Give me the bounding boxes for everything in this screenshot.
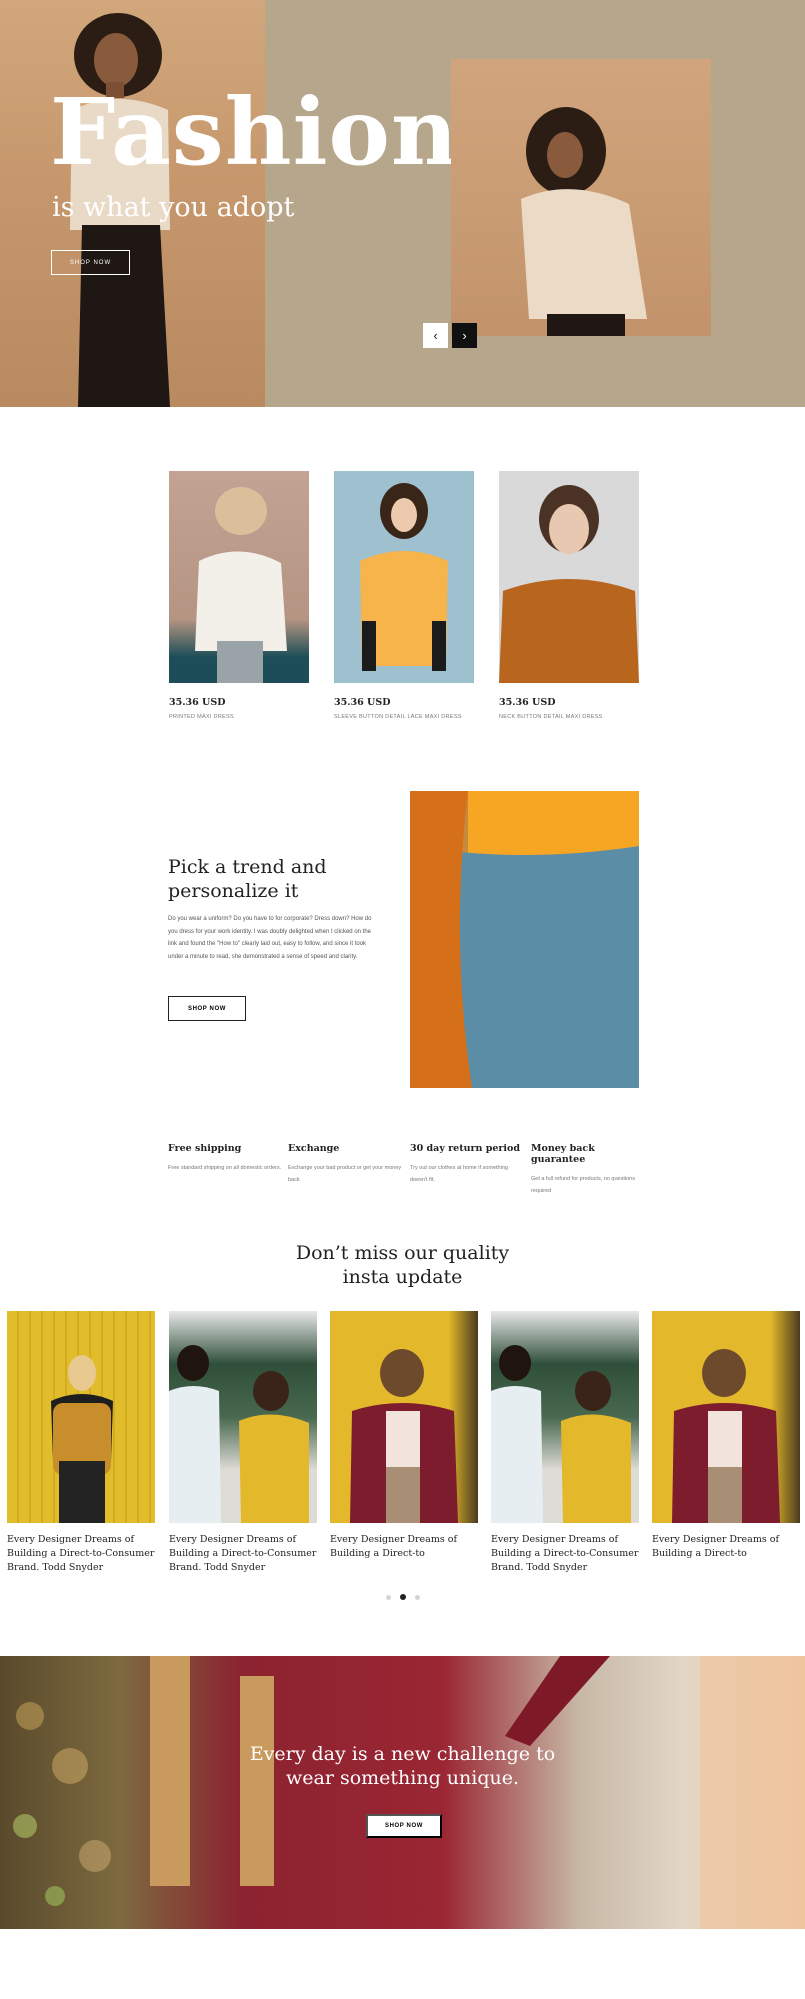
insta-card[interactable]: Every Designer Dreams of Building a Dire… [169,1311,317,1575]
chevron-left-icon: ‹ [433,328,438,343]
product-name[interactable]: SLEEVE BUTTON DETAIL LACE MAXI DRESS [334,714,474,720]
insta-image[interactable] [7,1311,155,1523]
slider-prev-button[interactable]: ‹ [423,323,448,348]
feature-desc: Get a full refund for products, no quest… [531,1176,635,1194]
carousel-dot[interactable] [415,1594,420,1600]
feature-title: Free shipping [168,1143,242,1154]
feature-title: 30 day return period [410,1143,520,1154]
banner-photo [13,1656,805,1929]
banner-headline: Every day is a new challenge to wear som… [249,1743,556,1789]
trend-description: Do you wear a uniform? Do you have to fo… [168,916,372,960]
hero-title: Fashion [50,78,459,186]
insta-image[interactable] [330,1311,478,1523]
insta-caption[interactable]: Every Designer Dreams of Building a Dire… [491,1533,639,1575]
carousel-dot-active[interactable] [400,1594,406,1600]
feature-item: Money back guarantee Get a full refund f… [531,1143,646,1197]
carousel-dots [386,1594,420,1600]
feature-item: Free shipping Free standard shipping on … [168,1143,283,1174]
trend-shop-now-button[interactable]: SHOP NOW [168,996,246,1021]
product-image[interactable] [334,471,474,683]
feature-desc: Try out our clothes at home if something… [410,1165,508,1183]
slider-next-button[interactable]: › [452,323,477,348]
insta-caption[interactable]: Every Designer Dreams of Building a Dire… [7,1533,155,1575]
trend-title: Pick a trend and personalize it [168,856,327,902]
product-card[interactable]: 35.36 USD NECK BUTTON DETAIL MAXI DRESS [499,471,639,720]
feature-item: 30 day return period Try out our clothes… [410,1143,525,1186]
product-name[interactable]: PRINTED MAXI DRESS [169,714,309,720]
carousel-dot[interactable] [386,1594,391,1600]
product-card[interactable]: 35.36 USD SLEEVE BUTTON DETAIL LACE MAXI… [334,471,474,720]
insta-card[interactable]: Every Designer Dreams of Building a Dire… [491,1311,639,1575]
product-card[interactable]: 35.36 USD PRINTED MAXI DRESS [169,471,309,720]
feature-desc: Free standard shipping on all domestic o… [168,1165,282,1171]
model-right-figure [521,107,647,336]
product-price: 35.36 USD [334,697,391,708]
insta-image[interactable] [652,1311,800,1523]
hero-featured-photo [451,59,711,336]
hero-subtitle: is what you adopt [52,192,295,223]
product-name[interactable]: NECK BUTTON DETAIL MAXI DRESS [499,714,639,720]
promo-banner: Every day is a new challenge to wear som… [0,1656,805,1929]
product-price: 35.36 USD [499,697,556,708]
insta-image[interactable] [491,1311,639,1523]
feature-desc: Exchange your bad product or get your mo… [288,1165,402,1183]
product-image[interactable] [499,471,639,683]
insta-caption[interactable]: Every Designer Dreams of Building a Dire… [652,1533,800,1561]
trend-photo [410,791,639,1088]
insta-title: Don’t miss our quality insta update [295,1242,510,1288]
feature-title: Money back guarantee [531,1143,595,1165]
banner-shop-now-button[interactable]: SHOP NOW [366,1814,442,1838]
feature-item: Exchange Exchange your bad product or ge… [288,1143,403,1186]
product-price: 35.36 USD [169,697,226,708]
insta-card[interactable]: Every Designer Dreams of Building a Dire… [7,1311,155,1575]
insta-card[interactable]: Every Designer Dreams of Building a Dire… [652,1311,800,1561]
hero-shop-now-button[interactable]: SHOP NOW [51,250,130,275]
insta-caption[interactable]: Every Designer Dreams of Building a Dire… [169,1533,317,1575]
chevron-right-icon: › [462,328,467,343]
product-image[interactable] [169,471,309,683]
insta-caption[interactable]: Every Designer Dreams of Building a Dire… [330,1533,478,1561]
hero-section: Fashion is what you adopt SHOP NOW ‹ › [0,0,805,407]
feature-title: Exchange [288,1143,340,1154]
insta-image[interactable] [169,1311,317,1523]
insta-card[interactable]: Every Designer Dreams of Building a Dire… [330,1311,478,1561]
